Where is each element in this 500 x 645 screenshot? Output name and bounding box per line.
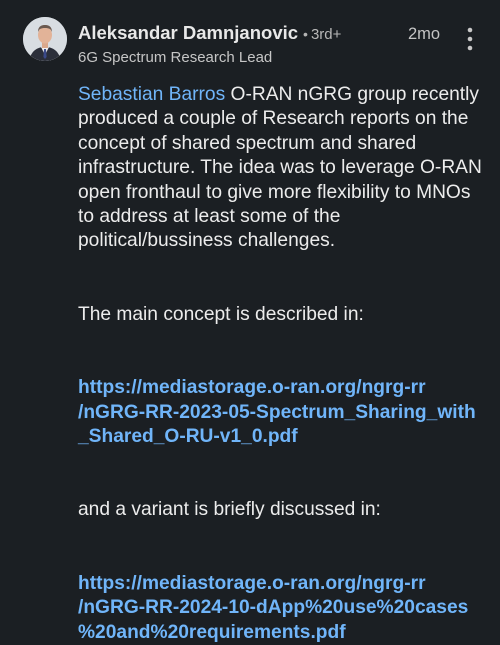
link-2-line-1[interactable]: https://mediastorage.o-ran.org/ngrg-rr [78, 572, 488, 596]
comment-header: Aleksandar Damnjanovic • 3rd+ 6G Spectru… [78, 22, 480, 70]
link-1-line-1[interactable]: https://mediastorage.o-ran.org/ngrg-rr [78, 376, 488, 400]
timestamp: 2mo [408, 25, 441, 43]
link-2-line-3[interactable]: %20and%20requirements.pdf [78, 621, 488, 645]
more-vertical-icon [467, 27, 473, 51]
link-1-line-2[interactable]: /nGRG-RR-2023-05-Spectrum_Sharing_with [78, 401, 488, 425]
comment-body: Sebastian Barros O-RAN nGRG group recent… [78, 83, 488, 645]
more-options-button[interactable] [458, 26, 482, 52]
link-2-line-2[interactable]: /nGRG-RR-2024-10-dApp%20use%20cases [78, 596, 488, 620]
connection-degree: 3rd+ [310, 26, 342, 43]
intro-paragraph: Sebastian Barros O-RAN nGRG group recent… [78, 83, 488, 254]
intro-text: O-RAN nGRG group recently produced a cou… [78, 84, 482, 252]
author-name[interactable]: Aleksandar Damnjanovic [78, 22, 298, 44]
main-concept-text: The main concept is described in: [78, 303, 364, 325]
link-2[interactable]: https://mediastorage.o-ran.org/ngrg-rr /… [78, 572, 488, 645]
person-avatar-icon [23, 17, 67, 61]
link-1-line-3[interactable]: _Shared_O-RU-v1_0.pdf [78, 425, 488, 449]
author-avatar[interactable] [23, 17, 67, 61]
comment-card: Aleksandar Damnjanovic • 3rd+ 6G Spectru… [0, 0, 500, 643]
mention-link[interactable]: Sebastian Barros [78, 84, 225, 105]
link-1[interactable]: https://mediastorage.o-ran.org/ngrg-rr /… [78, 376, 488, 449]
variant-text: and a variant is briefly discussed in: [78, 499, 381, 521]
separator-dot: • [303, 26, 308, 42]
author-headline: 6G Spectrum Research Lead [78, 49, 273, 66]
